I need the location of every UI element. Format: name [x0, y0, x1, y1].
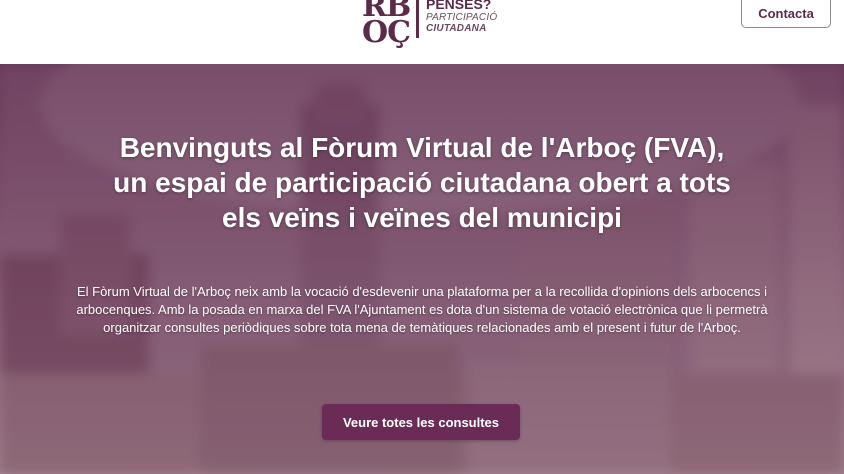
logo-mark: RB OÇ [362, 0, 422, 50]
hero-title-line: un espai de participació ciutadana obert… [113, 167, 731, 198]
view-all-consultations-button[interactable]: Veure totes les consultes [322, 404, 520, 440]
hero-section: Benvinguts al Fòrum Virtual de l'Arboç (… [0, 64, 844, 474]
site-logo[interactable]: RB OÇ PENSES? PARTICIPACIÓ CIUTADANA [362, 0, 497, 58]
logo-tagline: PENSES? [426, 0, 492, 12]
hero-title-line: els veïns i veïnes del municipi [222, 202, 622, 233]
logo-text: PENSES? PARTICIPACIÓ CIUTADANA [426, 0, 497, 34]
logo-divider [416, 0, 419, 38]
logo-subtitle-2: CIUTADANA [426, 23, 487, 34]
site-header: RB OÇ PENSES? PARTICIPACIÓ CIUTADANA Con… [0, 0, 844, 64]
hero-description: El Fòrum Virtual de l'Arboç neix amb la … [76, 284, 768, 335]
logo-mark-line2: OÇ [362, 15, 411, 50]
logo-subtitle-1: PARTICIPACIÓ [426, 12, 498, 23]
hero-title: Benvinguts al Fòrum Virtual de l'Arboç (… [40, 130, 804, 235]
contact-button[interactable]: Contacta [741, 0, 831, 28]
hero-title-line: Benvinguts al Fòrum Virtual de l'Arboç (… [119, 132, 725, 163]
page: RB OÇ PENSES? PARTICIPACIÓ CIUTADANA Con… [0, 0, 844, 474]
